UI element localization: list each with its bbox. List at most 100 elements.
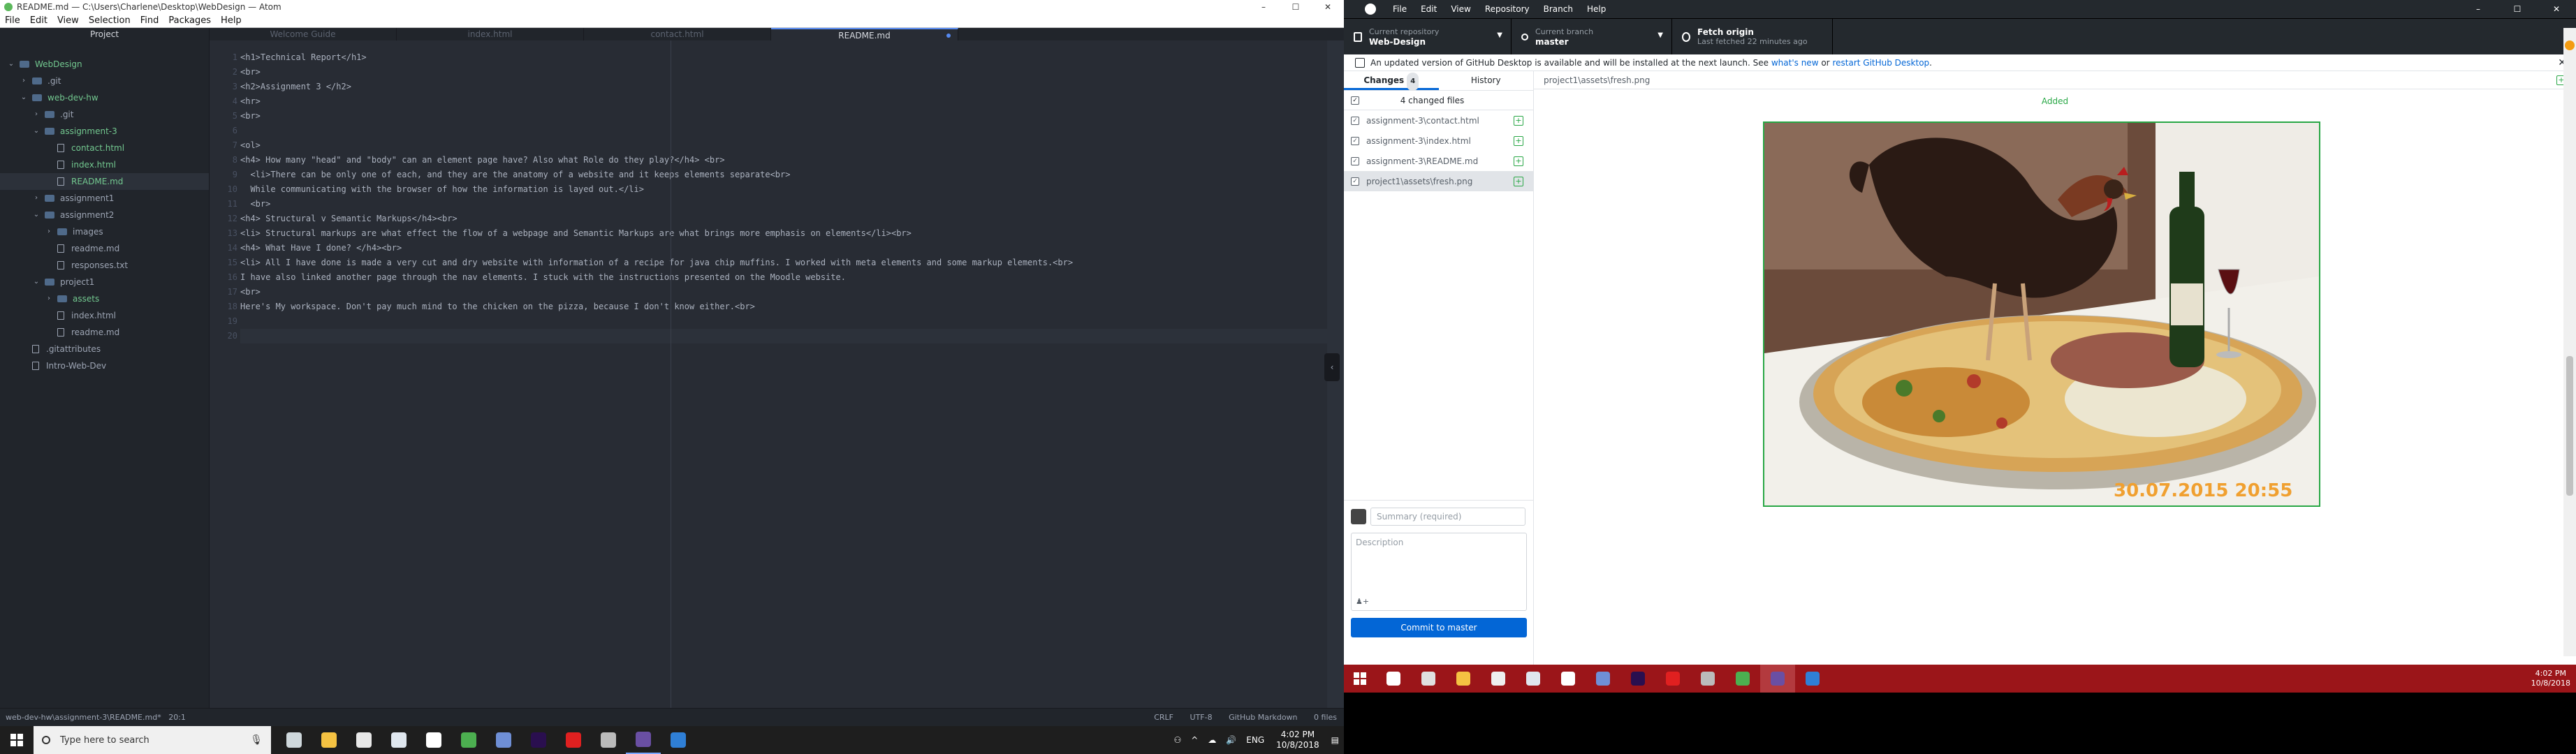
taskbar-search[interactable]: Type here to search 🎙 xyxy=(34,726,271,754)
code-line[interactable]: <br> xyxy=(240,197,1327,212)
tree-item[interactable]: › .git xyxy=(0,73,209,89)
commit-button[interactable]: Commit to master xyxy=(1351,618,1527,637)
file-checkbox[interactable]: ✓ xyxy=(1351,136,1359,145)
code-line[interactable]: ​ xyxy=(240,124,1327,138)
taskbar-app-premiere[interactable] xyxy=(1620,665,1655,693)
tray-chevron-icon[interactable]: ^ xyxy=(1186,735,1203,745)
menu-file[interactable]: File xyxy=(0,15,25,26)
code-editor[interactable]: 1 2 3 4 5 6 7 8 9 10 11 12 13 14 15 16 17 18 19 20 <h1>Tech… xyxy=(210,40,1344,708)
tab-project[interactable]: Project xyxy=(0,28,210,40)
changed-file-row[interactable]: ✓ assignment-3\README.md + xyxy=(1344,151,1533,171)
add-coauthor-icon[interactable]: ♟+ xyxy=(1356,597,1369,606)
project-tree[interactable]: ⌄ WebDesign › .git ⌄ web-dev-hw › .git ⌄ assignme… xyxy=(0,40,210,708)
tab-index-html[interactable]: index.html xyxy=(397,28,584,40)
tab-readme-md[interactable]: README.md xyxy=(771,28,958,40)
taskbar-app-chrome[interactable] xyxy=(451,726,486,754)
taskbar-app-file-explorer[interactable] xyxy=(312,726,346,754)
code-line[interactable]: <hr> xyxy=(240,94,1327,109)
gh-menu-repository[interactable]: Repository xyxy=(1478,4,1537,14)
tree-item[interactable]: Intro-Web-Dev xyxy=(0,357,209,374)
start-button-secondary[interactable] xyxy=(1344,665,1376,693)
taskbar-app-photos[interactable] xyxy=(486,726,521,754)
taskbar-app-store[interactable] xyxy=(1481,665,1516,693)
taskbar-app-task-view[interactable] xyxy=(1411,665,1446,693)
taskbar-app-video[interactable] xyxy=(1760,665,1795,693)
gh-menu-edit[interactable]: Edit xyxy=(1414,4,1444,14)
current-branch-dropdown[interactable]: Current branch master ▼ xyxy=(1512,19,1672,54)
whats-new-link[interactable]: what's new xyxy=(1771,58,1819,68)
code-line[interactable]: <br> xyxy=(240,65,1327,80)
tab-contact-html[interactable]: contact.html xyxy=(584,28,771,40)
menu-edit[interactable]: Edit xyxy=(25,15,52,26)
status-cursor-position[interactable]: 20:1 xyxy=(168,713,186,722)
tree-item[interactable]: index.html xyxy=(0,307,209,324)
taskbar-app-store[interactable] xyxy=(346,726,381,754)
dock-toggle-handle[interactable]: ‹ xyxy=(1324,353,1340,381)
status-file-path[interactable]: web-dev-hw\assignment-3\README.md* xyxy=(6,713,161,722)
tree-item[interactable]: ⌄ assignment-3 xyxy=(0,123,209,140)
tree-item[interactable]: ⌄ WebDesign xyxy=(0,56,209,73)
tree-item[interactable]: ⌄ assignment2 xyxy=(0,207,209,223)
taskbar-clock[interactable]: 4:02 PM 10/8/2018 xyxy=(1269,730,1326,751)
code-line[interactable]: <br> xyxy=(240,285,1327,300)
gh-close-button[interactable]: ✕ xyxy=(2537,4,2576,14)
restart-link[interactable]: restart GitHub Desktop xyxy=(1832,58,1929,68)
gh-menu-branch[interactable]: Branch xyxy=(1537,4,1580,14)
tab-welcome-guide[interactable]: Welcome Guide xyxy=(210,28,397,40)
notifications-icon[interactable]: ▤ xyxy=(1326,735,1344,745)
tab-changes[interactable]: Changes 4 xyxy=(1344,71,1439,91)
tree-item[interactable]: ⌄ project1 xyxy=(0,274,209,290)
gh-scrollbar[interactable] xyxy=(2563,28,2576,656)
menu-find[interactable]: Find xyxy=(136,15,164,26)
tab-history[interactable]: History xyxy=(1439,71,1534,90)
file-checkbox[interactable]: ✓ xyxy=(1351,116,1359,125)
taskbar-app-chrome[interactable] xyxy=(1725,665,1760,693)
language-indicator[interactable]: ENG xyxy=(1241,735,1269,745)
taskbar-app-sticky[interactable] xyxy=(416,726,451,754)
tree-item[interactable]: ⌄ web-dev-hw xyxy=(0,89,209,106)
people-icon[interactable]: ⚇ xyxy=(1169,735,1186,745)
code-line[interactable]: <li>There can be only one of each, and t… xyxy=(240,168,1327,182)
taskbar-app-mail[interactable] xyxy=(1516,665,1551,693)
gh-maximize-button[interactable]: ☐ xyxy=(2498,4,2537,14)
menu-packages[interactable]: Packages xyxy=(163,15,216,26)
taskbar-app-file-explorer[interactable] xyxy=(1446,665,1481,693)
select-all-checkbox[interactable]: ✓ xyxy=(1351,96,1359,105)
taskbar-app-settings[interactable] xyxy=(1690,665,1725,693)
taskbar-app-sticky[interactable] xyxy=(1551,665,1586,693)
close-button[interactable]: ✕ xyxy=(1312,0,1344,14)
taskbar-app-cortana[interactable] xyxy=(1376,665,1411,693)
code-line[interactable]: <li> Structural markups are what effect … xyxy=(240,226,1327,241)
code-line[interactable]: <ol> xyxy=(240,138,1327,153)
code-line[interactable]: <h4> How many "head" and "body" can an e… xyxy=(240,153,1327,168)
menu-view[interactable]: View xyxy=(52,15,84,26)
taskbar-app-premiere[interactable] xyxy=(521,726,556,754)
summary-input[interactable]: Summary (required) xyxy=(1370,508,1525,526)
taskbar-app-acrobat[interactable] xyxy=(1655,665,1690,693)
code-line[interactable]: ​ xyxy=(240,314,1327,329)
network-icon[interactable]: ☁ xyxy=(1203,735,1221,745)
tree-item[interactable]: .gitattributes xyxy=(0,341,209,357)
file-checkbox[interactable]: ✓ xyxy=(1351,177,1359,186)
current-repository-dropdown[interactable]: Current repository Web-Design ▼ xyxy=(1344,19,1512,54)
code-line[interactable]: <br> xyxy=(240,109,1327,124)
code-line[interactable]: <h4> Structural v Semantic Markups</h4><… xyxy=(240,212,1327,226)
taskbar-app-video[interactable] xyxy=(626,726,661,754)
code-line[interactable]: <li> All I have done is made a very cut … xyxy=(240,256,1327,270)
code-line[interactable]: <h4> What Have I done? </h4><br> xyxy=(240,241,1327,256)
code-line[interactable]: ​ xyxy=(240,329,1327,343)
gh-menu-file[interactable]: File xyxy=(1386,4,1414,14)
menu-selection[interactable]: Selection xyxy=(84,15,136,26)
fetch-origin-button[interactable]: Fetch origin Last fetched 22 minutes ago xyxy=(1672,19,1833,54)
changed-file-row[interactable]: ✓ assignment-3\index.html + xyxy=(1344,131,1533,151)
code-line[interactable]: While communicating with the browser of … xyxy=(240,182,1327,197)
maximize-button[interactable]: ☐ xyxy=(1280,0,1312,14)
tree-item[interactable]: › assets xyxy=(0,290,209,307)
tree-item[interactable]: contact.html xyxy=(0,140,209,156)
taskbar-app-settings[interactable] xyxy=(591,726,626,754)
start-button[interactable] xyxy=(0,726,34,754)
minimize-button[interactable]: – xyxy=(1247,0,1280,14)
tree-item[interactable]: readme.md xyxy=(0,240,209,257)
taskbar-app-edge[interactable] xyxy=(1795,665,1830,693)
code-area[interactable]: <h1>Technical Report</h1> <br> <h2>Assignm… xyxy=(240,50,1327,343)
